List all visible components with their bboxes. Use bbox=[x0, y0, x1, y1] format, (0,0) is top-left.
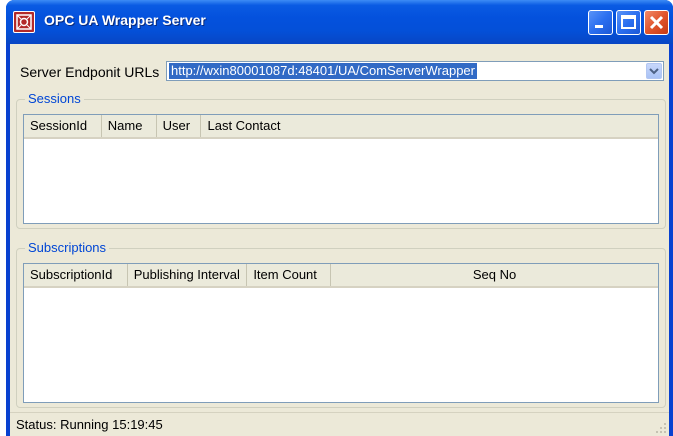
subscriptions-group-title: Subscriptions bbox=[25, 240, 110, 255]
column-header-user[interactable]: User bbox=[157, 115, 202, 137]
status-text: Status: Running 15:19:45 bbox=[16, 417, 163, 432]
minimize-button[interactable] bbox=[588, 10, 613, 35]
endpoint-label: Server Endponit URLs bbox=[20, 64, 160, 80]
chevron-down-icon bbox=[649, 68, 659, 75]
minimize-icon bbox=[595, 25, 603, 28]
main-window: OPC UA Wrapper Server Server Endponit UR… bbox=[6, 0, 673, 436]
sessions-list[interactable]: SessionId Name User Last Contact bbox=[23, 114, 659, 224]
column-header-item-count[interactable]: Item Count bbox=[247, 264, 332, 286]
column-header-seq-no[interactable]: Seq No bbox=[331, 264, 658, 286]
endpoint-url-combo[interactable]: http://wxin80001087d:48401/UA/ComServerW… bbox=[166, 61, 664, 81]
column-header-subscriptionid[interactable]: SubscriptionId bbox=[24, 264, 128, 286]
column-header-sessionid[interactable]: SessionId bbox=[24, 115, 102, 137]
status-bar: Status: Running 15:19:45 bbox=[10, 412, 669, 436]
app-icon bbox=[13, 11, 35, 33]
resize-grip-icon[interactable] bbox=[655, 422, 667, 434]
sessions-group: Sessions SessionId Name User Last Contac… bbox=[16, 91, 666, 229]
sessions-group-title: Sessions bbox=[25, 91, 84, 106]
column-header-last-contact[interactable]: Last Contact bbox=[201, 115, 658, 137]
title-bar[interactable]: OPC UA Wrapper Server bbox=[6, 0, 673, 44]
column-header-publishing-interval[interactable]: Publishing Interval bbox=[128, 264, 248, 286]
window-title: OPC UA Wrapper Server bbox=[44, 12, 206, 28]
subscriptions-group: Subscriptions SubscriptionId Publishing … bbox=[16, 240, 666, 408]
maximize-button[interactable] bbox=[616, 10, 641, 35]
subscriptions-list-header: SubscriptionId Publishing Interval Item … bbox=[24, 264, 658, 288]
sessions-list-header: SessionId Name User Last Contact bbox=[24, 115, 658, 139]
close-icon bbox=[649, 15, 664, 30]
close-button[interactable] bbox=[644, 10, 669, 35]
endpoint-dropdown-button[interactable] bbox=[646, 63, 662, 79]
maximize-icon bbox=[621, 15, 636, 29]
subscriptions-list[interactable]: SubscriptionId Publishing Interval Item … bbox=[23, 263, 659, 403]
client-area: Server Endponit URLs http://wxin80001087… bbox=[10, 44, 669, 436]
column-header-name[interactable]: Name bbox=[102, 115, 157, 137]
endpoint-url-value[interactable]: http://wxin80001087d:48401/UA/ComServerW… bbox=[169, 63, 477, 79]
